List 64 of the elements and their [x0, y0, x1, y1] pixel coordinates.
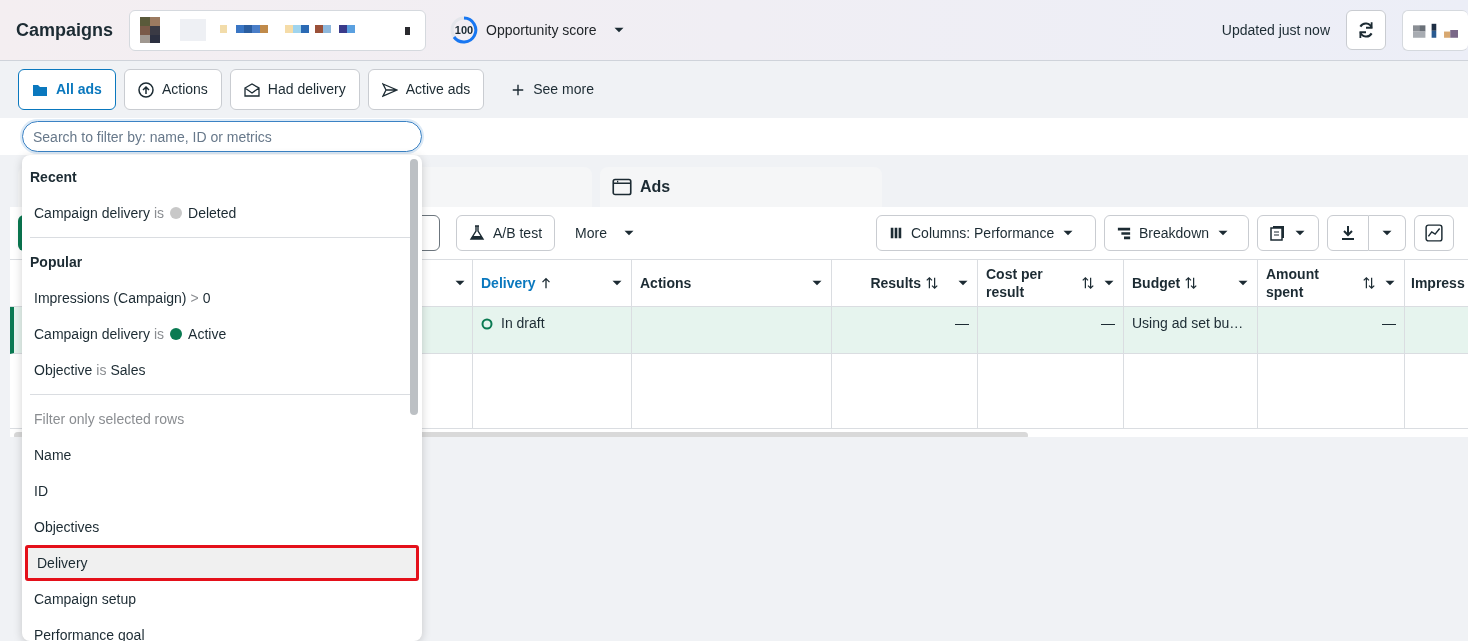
breakdown-icon	[1117, 226, 1131, 240]
ab-test-button[interactable]: A/B test	[456, 215, 556, 251]
breakdown-button[interactable]: Breakdown	[1104, 215, 1249, 251]
filter-suggestion[interactable]: Impressions (Campaign) > 0	[22, 280, 422, 316]
column-label: Delivery	[481, 273, 536, 293]
filter-tab[interactable]: Active ads	[367, 69, 485, 110]
column-label: Impress	[1411, 273, 1465, 293]
sort-icon	[1362, 276, 1376, 290]
send-icon	[381, 81, 398, 98]
filter-tab[interactable]: Actions	[123, 69, 222, 110]
columns-icon	[889, 226, 903, 240]
opportunity-score-dropdown[interactable]: Opportunity score	[486, 19, 625, 41]
filter-tab[interactable]: All ads	[18, 69, 116, 110]
page-title: Campaigns	[16, 18, 114, 42]
flask-icon	[469, 225, 485, 241]
filter-tab[interactable]: Had delivery	[229, 69, 360, 110]
upload-icon	[137, 81, 154, 98]
refresh-icon	[1357, 21, 1375, 39]
account-menu[interactable]	[1402, 9, 1468, 51]
cell-text: Using ad set bu…	[1132, 315, 1244, 331]
cell-text: —	[1101, 315, 1115, 331]
score-value: 100	[454, 22, 474, 38]
search-field[interactable]: Search to filter by: name, ID or metrics	[22, 121, 422, 152]
cell-text: —	[955, 315, 969, 331]
download-icon	[1340, 225, 1356, 241]
column-label: Cost per result	[986, 264, 1044, 302]
filter-field-option[interactable]: ID	[22, 473, 422, 509]
score-ring-icon	[450, 16, 479, 44]
window-icon	[612, 177, 632, 197]
sort-icon	[1081, 276, 1095, 290]
cell-text: In draft	[501, 314, 545, 333]
refresh-button[interactable]	[1346, 10, 1386, 50]
column-label: Budget	[1132, 273, 1181, 293]
charts-button[interactable]	[1414, 215, 1454, 251]
updated-status: Updated just now	[1221, 20, 1330, 40]
account-selector[interactable]	[129, 9, 427, 51]
filter-field-option[interactable]: Objectives	[22, 509, 422, 545]
sort-icon	[1184, 276, 1199, 290]
vertical-scrollbar[interactable]	[410, 159, 418, 415]
filter-field-option[interactable]: Campaign setup	[22, 581, 422, 617]
columns-button[interactable]: Columns: Performance	[876, 215, 1096, 251]
chart-icon	[1425, 224, 1443, 242]
section-heading: Recent	[29, 168, 78, 187]
cell-text: —	[1382, 315, 1396, 331]
reports-button[interactable]	[1257, 215, 1319, 251]
filter-suggestion[interactable]: Campaign delivery is Deleted	[22, 195, 422, 231]
column-label: Amount spent	[1266, 264, 1320, 302]
filter-field-option[interactable]: Name	[22, 437, 422, 473]
hint-text: Filter only selected rows	[33, 409, 186, 429]
envelope-icon	[243, 81, 260, 98]
export-button[interactable]	[1327, 215, 1369, 251]
tab-label: Ads	[640, 177, 671, 197]
plus-icon	[511, 82, 526, 97]
status-circle-icon	[481, 317, 493, 330]
filter-field-option[interactable]: Delivery	[25, 545, 419, 581]
sort-icon	[925, 276, 939, 290]
filter-suggestion[interactable]: Objective is Sales	[22, 352, 422, 388]
section-heading: Popular	[29, 253, 84, 272]
column-label: Results	[870, 273, 921, 293]
see-more-button[interactable]: See more	[498, 69, 607, 110]
filter-suggestion[interactable]: Campaign delivery is Active	[22, 316, 422, 352]
level-tab[interactable]: Ads	[600, 167, 882, 207]
report-icon	[1270, 225, 1286, 241]
column-label: Actions	[640, 273, 692, 293]
